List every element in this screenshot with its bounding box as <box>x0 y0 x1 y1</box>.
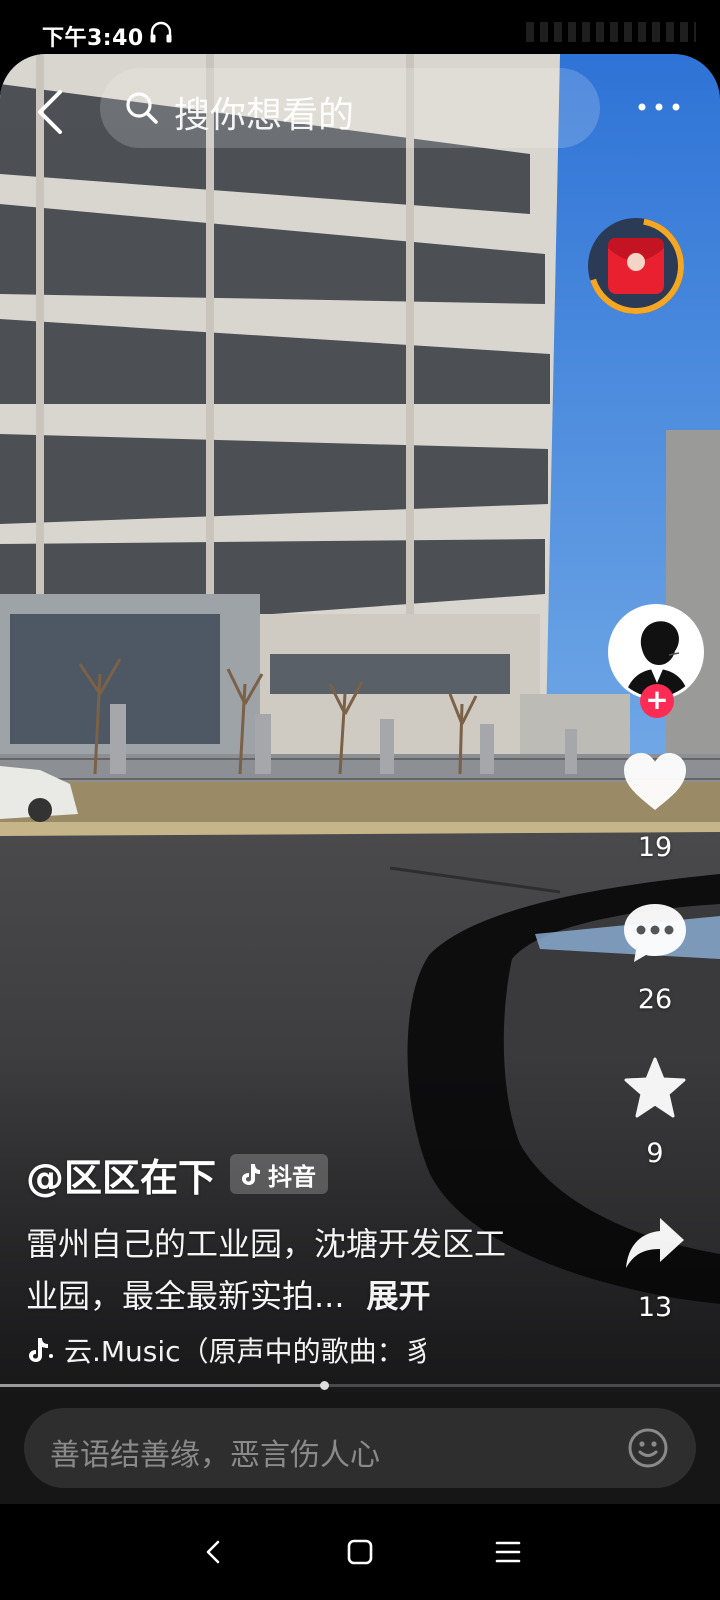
nav-home-icon[interactable] <box>342 1534 378 1570</box>
douyin-badge: 抖音 <box>230 1154 329 1194</box>
search-bar[interactable]: 搜你想看的 <box>100 68 600 148</box>
follow-plus-button[interactable]: + <box>640 684 674 718</box>
comment-input[interactable]: 善语结善缘，恶言伤人心 <box>24 1408 696 1488</box>
comment-bar: 善语结善缘，恶言伤人心 <box>0 1392 720 1504</box>
status-time: 下午3:40 <box>42 26 144 51</box>
emoji-icon[interactable] <box>626 1426 670 1470</box>
chevron-left-icon[interactable] <box>30 84 74 140</box>
video-caption: @区区在下 抖音 雷州自己的工业园，沈塘开发区工业园，最全最新实拍... 展开 <box>26 1150 586 1322</box>
video-description: 雷州自己的工业园，沈塘开发区工业园，最全最新实拍... 展开 <box>26 1218 526 1322</box>
heart-icon <box>624 753 686 810</box>
music-text: 云.Music（原声中的歌曲：豸 <box>64 1335 426 1368</box>
comment-button[interactable]: 26 <box>600 900 710 1015</box>
favorite-button[interactable]: 9 <box>600 1056 710 1169</box>
red-packet-icon[interactable] <box>584 214 688 318</box>
douyin-logo-icon <box>242 1164 261 1185</box>
share-count: 13 <box>637 1292 673 1323</box>
headphone-icon <box>150 21 172 43</box>
comment-bubble-icon <box>624 904 686 962</box>
douyin-badge-label: 抖音 <box>268 1162 317 1191</box>
share-button[interactable]: 13 <box>600 1214 710 1323</box>
comment-count: 26 <box>637 984 673 1015</box>
like-button[interactable]: 19 <box>600 750 710 863</box>
nav-menu-icon[interactable] <box>490 1534 526 1570</box>
favorite-count: 9 <box>646 1138 664 1169</box>
video-progress[interactable] <box>0 1381 720 1390</box>
more-dots-icon[interactable] <box>636 92 682 122</box>
music-info[interactable]: 云.Music（原声中的歌曲：豸 <box>26 1330 426 1370</box>
system-nav-bar <box>0 1504 720 1600</box>
share-arrow-icon <box>626 1218 684 1268</box>
comment-placeholder: 善语结善缘，恶言伤人心 <box>50 1438 380 1473</box>
status-indicators <box>526 22 696 42</box>
progress-knob[interactable] <box>320 1381 329 1390</box>
like-count: 19 <box>637 832 673 863</box>
search-icon <box>126 92 158 124</box>
music-note-icon <box>29 1338 53 1362</box>
expand-link[interactable]: 展开 <box>367 1277 431 1315</box>
progress-fill <box>0 1384 324 1387</box>
star-icon <box>624 1057 686 1118</box>
nav-back-icon[interactable] <box>196 1534 232 1570</box>
description-text: 雷州自己的工业园，沈塘开发区工业园，最全最新实拍... <box>26 1225 507 1315</box>
search-placeholder: 搜你想看的 <box>174 95 355 136</box>
status-bar: 下午3:40 <box>0 0 720 62</box>
top-bar: 搜你想看的 <box>0 54 720 164</box>
author-name[interactable]: @区区在下 <box>26 1147 216 1202</box>
